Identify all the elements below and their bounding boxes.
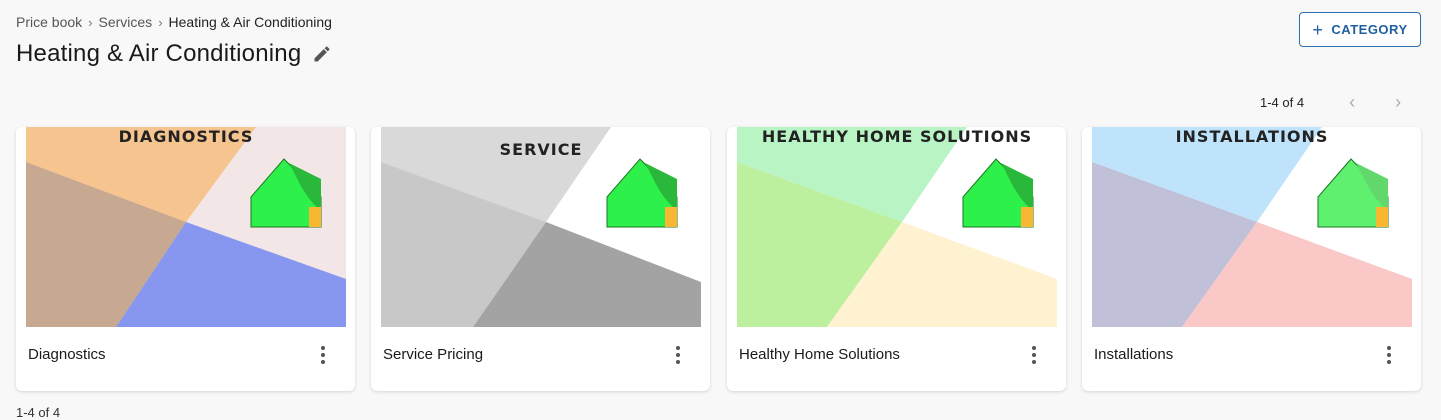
breadcrumb-price-book[interactable]: Price book: [16, 14, 82, 30]
thumbnail-title: SERVICE: [500, 140, 583, 159]
category-card-service-pricing[interactable]: SERVICE Service Pricing: [371, 127, 710, 391]
breadcrumb-separator: ›: [158, 14, 163, 30]
breadcrumb-current: Heating & Air Conditioning: [168, 14, 332, 30]
thumbnail-title: DIAGNOSTICS: [119, 127, 254, 146]
plus-icon: +: [1312, 19, 1324, 40]
page-title: Heating & Air Conditioning: [16, 40, 302, 67]
breadcrumb-separator: ›: [88, 14, 93, 30]
thumbnail-title: INSTALLATIONS: [1176, 127, 1329, 146]
pagination-range: 1-4 of 4: [1260, 94, 1305, 110]
category-thumbnail: DIAGNOSTICS: [26, 127, 346, 327]
chevron-left-icon[interactable]: ‹: [1338, 92, 1366, 112]
more-vert-icon[interactable]: [313, 343, 333, 367]
pencil-icon[interactable]: [311, 43, 333, 65]
category-thumbnail: HEALTHY HOME SOLUTIONS: [737, 127, 1057, 327]
category-card-label: Healthy Home Solutions: [739, 346, 900, 363]
thumbnail-title: HEALTHY HOME SOLUTIONS: [762, 127, 1032, 146]
category-card-label: Installations: [1094, 346, 1174, 363]
add-category-button[interactable]: + CATEGORY: [1299, 12, 1421, 47]
pagination: 1-4 of 4 ‹ ›: [1260, 92, 1430, 112]
title-row: Heating & Air Conditioning: [16, 40, 333, 68]
more-vert-icon[interactable]: [668, 343, 688, 367]
more-vert-icon[interactable]: [1024, 343, 1044, 367]
category-card-label: Diagnostics: [28, 346, 106, 363]
more-vert-icon[interactable]: [1379, 343, 1399, 367]
bottom-pagination-range: 1-4 of 4: [16, 405, 61, 420]
category-card-healthy-home-solutions[interactable]: HEALTHY HOME SOLUTIONS Healthy Home Solu…: [727, 127, 1066, 391]
category-card-label: Service Pricing: [383, 346, 484, 363]
category-thumbnail: SERVICE: [381, 127, 701, 327]
breadcrumb-services[interactable]: Services: [99, 14, 153, 30]
breadcrumb: Price book › Services › Heating & Air Co…: [16, 14, 332, 30]
category-thumbnail: INSTALLATIONS: [1092, 127, 1412, 327]
category-card-diagnostics[interactable]: DIAGNOSTICS Diagnostics: [16, 127, 355, 391]
category-card-installations[interactable]: INSTALLATIONS Installations: [1082, 127, 1421, 391]
add-category-label: CATEGORY: [1331, 22, 1408, 37]
chevron-right-icon[interactable]: ›: [1384, 92, 1412, 112]
